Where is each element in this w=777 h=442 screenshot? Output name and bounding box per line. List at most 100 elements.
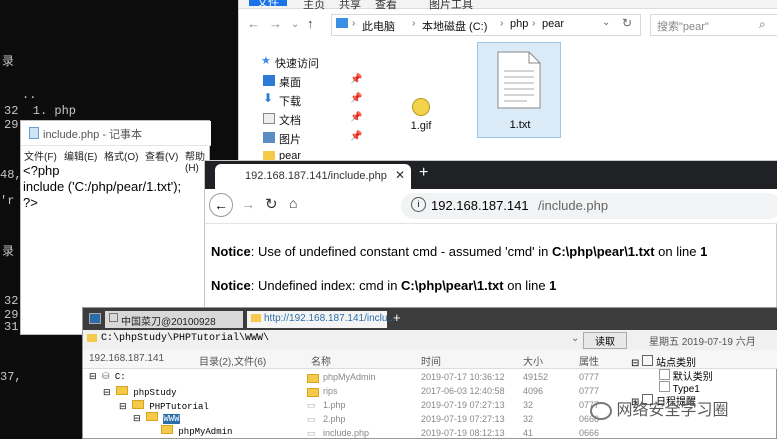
column-header-size[interactable]: 大小	[523, 353, 543, 368]
chevron-down-icon[interactable]: ⌄	[571, 333, 579, 345]
fm-tab-main[interactable]: 中国菜刀@20100928	[105, 311, 243, 328]
text-file-icon	[497, 51, 541, 109]
pin-icon[interactable]: 📌	[350, 74, 362, 85]
ribbon-tab-view[interactable]: 查看	[375, 0, 397, 12]
close-icon[interactable]: ✕	[395, 168, 405, 182]
column-header-name[interactable]: 名称	[311, 353, 331, 368]
tree-label: phpStudy	[133, 388, 177, 398]
ribbon-tab-file[interactable]: 文件	[249, 0, 287, 9]
wechat-icon	[590, 401, 612, 420]
breadcrumb-pear[interactable]: pear	[542, 18, 564, 30]
sidebar-label: 桌面	[279, 77, 301, 89]
pin-icon[interactable]: 📌	[350, 112, 362, 123]
menu-edit[interactable]: 编辑(E)	[64, 148, 97, 163]
column-header-attr[interactable]: 属性	[579, 353, 599, 368]
fm-address-bar[interactable]: C:\phpStudy\PHPTutorial\WWW\ ⌄ 读取 星期五 20…	[83, 330, 777, 351]
sidebar-item-pictures[interactable]: 图片	[261, 131, 301, 147]
site-category-node[interactable]: ⊟ 站点类别	[631, 354, 696, 369]
tab-label: http://192.168.187.141/inclu...	[264, 313, 396, 324]
breadcrumb-local-disk[interactable]: 本地磁盘 (C:)	[422, 18, 487, 34]
sidebar-item-desktop[interactable]: 桌面	[261, 74, 301, 90]
up-arrow-icon[interactable]: ↑	[307, 16, 314, 31]
column-header-time[interactable]: 时间	[421, 353, 441, 368]
menu-view[interactable]: 查看(V)	[145, 148, 178, 163]
notepad-title: include.php - 记事本	[43, 129, 143, 141]
star-icon: ★	[261, 55, 271, 67]
new-tab-icon[interactable]: +	[393, 310, 401, 325]
browser-tab[interactable]: 192.168.187.141/include.php ✕	[215, 164, 411, 189]
notice-message-2: Notice: Undefined index: cmd in C:\php\p…	[211, 278, 556, 293]
breadcrumb-php[interactable]: php	[510, 18, 528, 30]
tree-label: phpMyAdmin	[178, 427, 233, 437]
url-path: /include.php	[538, 198, 609, 213]
notepad-text-area[interactable]: <?php include ('C:/php/pear/1.txt'); ?>	[23, 163, 181, 211]
url-bar[interactable]: i 192.168.187.141 /include.php	[401, 193, 777, 219]
chevron-right-icon: ›	[412, 18, 416, 29]
back-arrow-icon[interactable]: ←	[209, 193, 233, 217]
window-icon	[642, 355, 654, 366]
search-icon: ⌕	[759, 17, 766, 31]
notice-path: C:\php\pear\1.txt	[401, 278, 504, 293]
file-icon: ▭	[307, 414, 316, 424]
notice-label: Notice	[211, 244, 251, 259]
folder-icon	[145, 412, 158, 421]
back-arrow-icon[interactable]: ←	[247, 16, 260, 31]
tree-label: WWW	[163, 414, 180, 424]
address-bar[interactable]: › 此电脑 › 本地磁盘 (C:) › php › pear ⌄ ↻	[331, 14, 641, 36]
new-tab-icon[interactable]: +	[419, 164, 428, 182]
menu-file[interactable]: 文件(F)	[24, 148, 57, 163]
notice-text: : Undefined index: cmd in	[250, 278, 402, 293]
file-1-gif[interactable]: 1.gif	[401, 98, 441, 132]
tree-node-c[interactable]: ⊟ ⛁ C:	[89, 372, 126, 382]
page-icon	[659, 369, 670, 380]
pin-icon[interactable]: 📌	[350, 93, 362, 104]
search-input[interactable]: 搜索"pear" ⌕	[650, 14, 777, 36]
document-icon	[263, 113, 275, 124]
console-line: 37,	[0, 370, 29, 384]
ribbon-tab-picture-tools[interactable]: 图片工具	[429, 0, 473, 12]
fm-tab-shell[interactable]: http://192.168.187.141/inclu...	[247, 311, 396, 328]
table-row[interactable]: ▭ include.php 2019-07-19 08:12:13 41 066…	[305, 426, 645, 442]
tree-node-www[interactable]: ⊟ WWW	[133, 412, 180, 424]
info-icon[interactable]: i	[411, 197, 426, 212]
console-line: 录	[2, 55, 15, 69]
gif-icon	[412, 98, 430, 116]
console-line: ..	[22, 88, 37, 102]
tree-node-phpmyadmin[interactable]: phpMyAdmin	[161, 425, 232, 437]
forward-arrow-icon[interactable]: →	[241, 196, 255, 212]
folder-icon	[161, 425, 173, 434]
chevron-down-icon[interactable]: ⌄	[291, 19, 299, 30]
folder-icon	[87, 334, 97, 342]
menu-format[interactable]: 格式(O)	[104, 148, 138, 163]
sidebar-item-quick-access[interactable]: ★ 快速访问	[261, 55, 319, 71]
tab-label: 中国菜刀@20100928	[121, 317, 216, 328]
console-line: 录	[2, 245, 15, 259]
sidebar-label: 下载	[279, 96, 301, 108]
ribbon-tab-share[interactable]: 共享	[339, 0, 361, 12]
forward-arrow-icon[interactable]: →	[269, 16, 282, 31]
notepad-titlebar: include.php - 记事本	[21, 121, 211, 146]
ribbon-tab-home[interactable]: 主页	[303, 0, 325, 12]
sidebar-label: 快速访问	[275, 58, 319, 70]
tree-node-phptutorial[interactable]: ⊟ PHPTutorial	[119, 400, 209, 412]
file-1-txt[interactable]: 1.txt	[477, 42, 561, 138]
reload-icon[interactable]: ↻	[265, 195, 278, 213]
sidebar-item-downloads[interactable]: ⬇ 下载	[261, 91, 301, 109]
row-size: 49152	[523, 372, 549, 382]
console-line: 31	[4, 320, 19, 334]
folder-icon	[307, 388, 319, 397]
pin-icon[interactable]: 📌	[350, 131, 362, 142]
window-icon	[109, 313, 118, 322]
tree-node-phpstudy[interactable]: ⊟ phpStudy	[103, 386, 177, 398]
read-button[interactable]: 读取	[583, 332, 627, 349]
computer-icon	[336, 18, 348, 28]
breadcrumb-this-pc[interactable]: 此电脑	[362, 18, 395, 34]
chevron-down-icon[interactable]: ⌄	[602, 17, 610, 28]
refresh-icon[interactable]: ↻	[622, 16, 632, 30]
row-attr: 0777	[579, 386, 600, 396]
folder-icon	[251, 314, 261, 322]
notice-text: : Use of undefined constant cmd - assume…	[250, 244, 552, 259]
row-name: 1.php	[323, 400, 346, 410]
sidebar-item-documents[interactable]: 文档	[261, 112, 301, 128]
home-icon[interactable]: ⌂	[289, 195, 297, 211]
